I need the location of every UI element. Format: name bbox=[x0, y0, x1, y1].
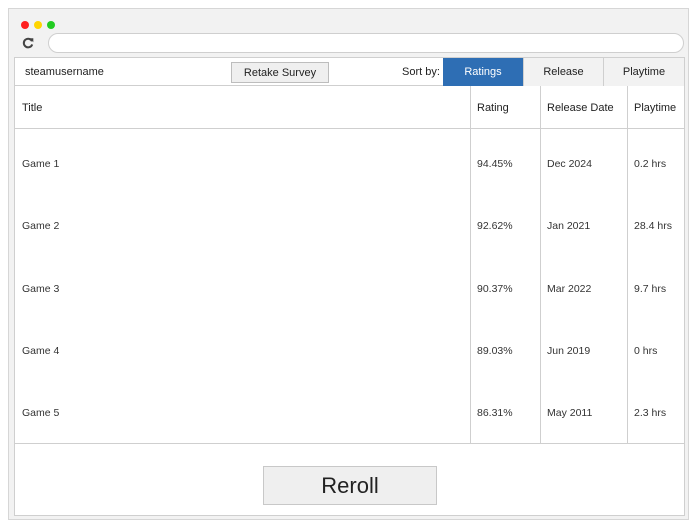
row-5-playtime: 2.3 hrs bbox=[634, 407, 667, 419]
column-divider bbox=[540, 86, 541, 444]
header-rating[interactable]: Rating bbox=[477, 102, 509, 114]
retake-survey-button[interactable]: Retake Survey bbox=[231, 62, 329, 83]
games-table: Title Rating Release Date Playtime Game … bbox=[15, 86, 684, 444]
row-2-title[interactable]: Game 2 bbox=[22, 220, 59, 232]
row-5-release: May 2011 bbox=[547, 407, 593, 419]
row-4-title[interactable]: Game 4 bbox=[22, 345, 59, 357]
row-3-release: Mar 2022 bbox=[547, 283, 592, 295]
row-4-rating: 89.03% bbox=[477, 345, 513, 357]
sort-playtime-button[interactable]: Playtime bbox=[603, 58, 684, 86]
row-5-rating: 86.31% bbox=[477, 407, 513, 419]
toolbar: steamusername Retake Survey Sort by: Rat… bbox=[15, 58, 684, 86]
column-divider bbox=[627, 86, 628, 444]
minimize-window-button[interactable] bbox=[34, 21, 42, 29]
row-1-release: Dec 2024 bbox=[547, 158, 592, 170]
row-3-title[interactable]: Game 3 bbox=[22, 283, 59, 295]
sort-release-button[interactable]: Release bbox=[523, 58, 603, 86]
reload-icon[interactable] bbox=[21, 36, 35, 50]
reroll-button[interactable]: Reroll bbox=[263, 466, 437, 505]
username-label: steamusername bbox=[25, 66, 104, 78]
browser-window: steamusername Retake Survey Sort by: Rat… bbox=[8, 8, 689, 520]
row-3-rating: 90.37% bbox=[477, 283, 513, 295]
column-divider bbox=[470, 86, 471, 444]
header-title[interactable]: Title bbox=[22, 102, 42, 114]
row-2-rating: 92.62% bbox=[477, 220, 513, 232]
row-2-playtime: 28.4 hrs bbox=[634, 220, 672, 232]
sort-ratings-button[interactable]: Ratings bbox=[443, 58, 523, 86]
row-1-title[interactable]: Game 1 bbox=[22, 158, 59, 170]
header-playtime[interactable]: Playtime bbox=[634, 102, 676, 114]
row-5-title[interactable]: Game 5 bbox=[22, 407, 59, 419]
app-content: steamusername Retake Survey Sort by: Rat… bbox=[14, 57, 685, 516]
maximize-window-button[interactable] bbox=[47, 21, 55, 29]
row-4-release: Jun 2019 bbox=[547, 345, 591, 357]
window-controls bbox=[21, 21, 55, 29]
header-divider bbox=[15, 128, 684, 129]
row-1-playtime: 0.2 hrs bbox=[634, 158, 667, 170]
row-4-playtime: 0 hrs bbox=[634, 345, 658, 357]
address-bar[interactable] bbox=[48, 33, 684, 53]
row-1-rating: 94.45% bbox=[477, 158, 513, 170]
row-3-playtime: 9.7 hrs bbox=[634, 283, 667, 295]
row-2-release: Jan 2021 bbox=[547, 220, 591, 232]
close-window-button[interactable] bbox=[21, 21, 29, 29]
header-release-date[interactable]: Release Date bbox=[547, 102, 614, 114]
sort-by-label: Sort by: bbox=[402, 66, 440, 78]
